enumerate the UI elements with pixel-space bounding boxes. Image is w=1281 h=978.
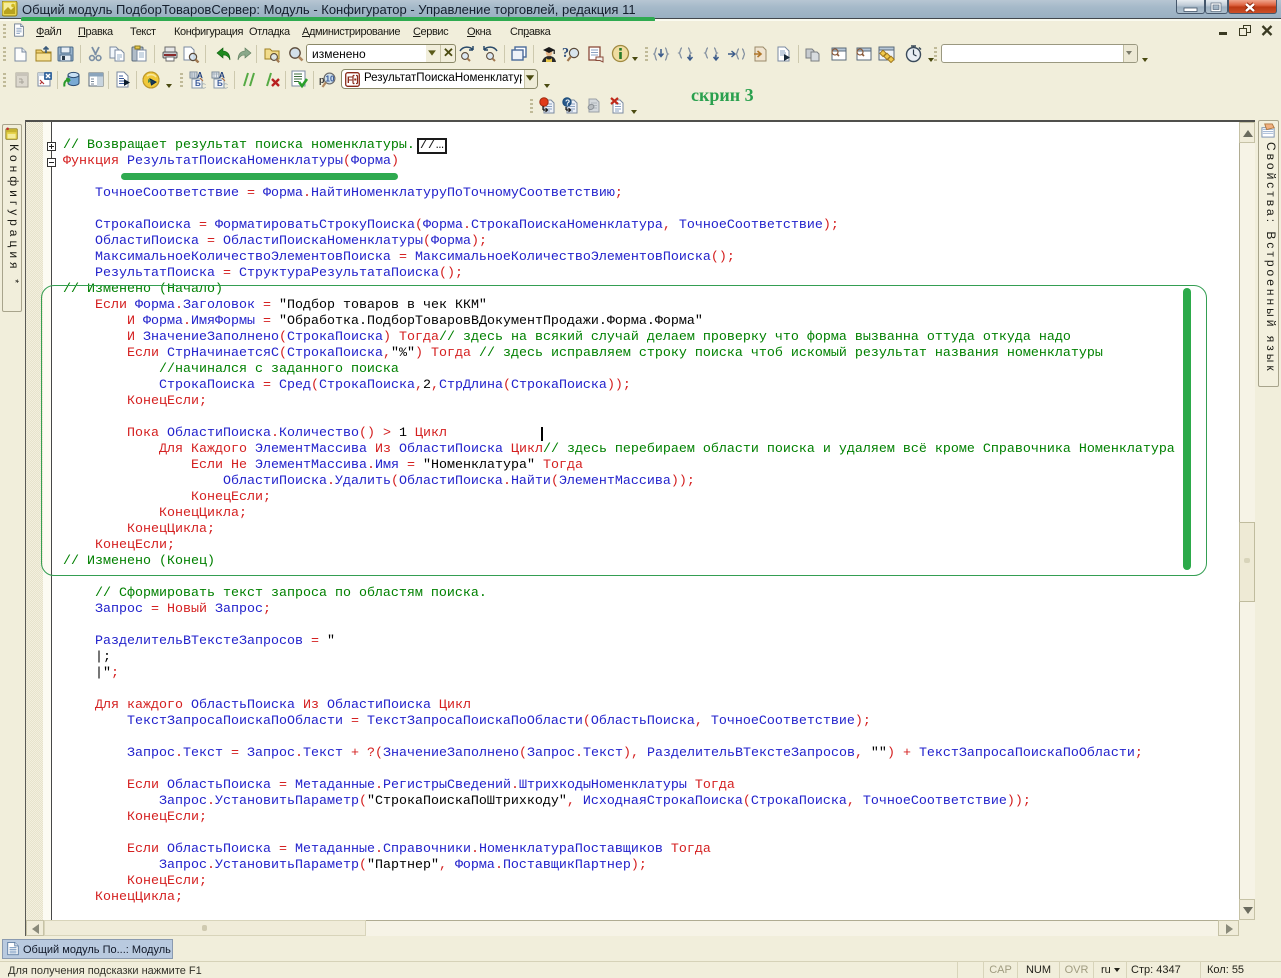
svg-text:F: F — [347, 75, 353, 86]
svg-text:?: ? — [565, 98, 570, 108]
svg-text:С: С — [223, 84, 228, 90]
svg-text:10: 10 — [326, 75, 335, 84]
svg-text:С: С — [201, 84, 206, 90]
